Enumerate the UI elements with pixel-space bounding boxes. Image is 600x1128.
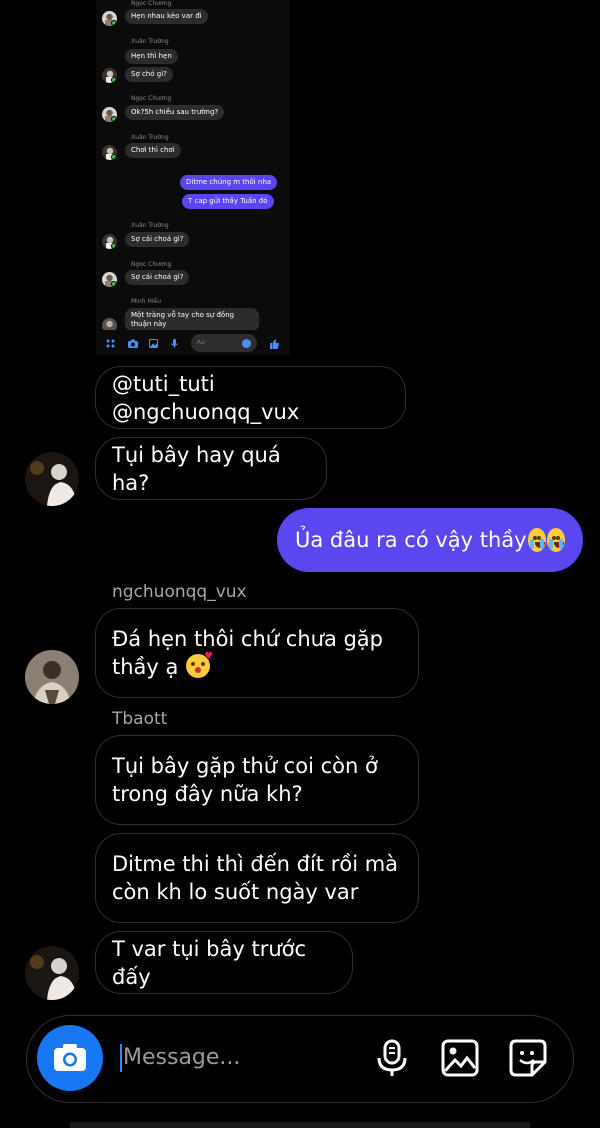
avatar [102,234,117,249]
embedded-screenshot: Ngọc Chương Hẹn nhau kèo var đi Xuân Trư… [96,0,290,355]
sticker-icon[interactable] [508,1038,548,1078]
message-bubble: Hẹn nhau kèo var đi [125,9,208,24]
gallery-icon [149,339,158,348]
message-bubble: Sợ chó gì? [125,67,173,82]
avatar [25,946,79,1000]
message-text: Tụi bây hay quá ha? [112,442,281,495]
sender-name: Minh Hiếu [131,298,162,305]
avatar [102,11,117,26]
gallery-icon[interactable] [440,1038,480,1078]
message-bubble: Sợ cái choá gì? [125,270,190,285]
avatar [25,452,79,506]
sent-message-bubble: Ditme chúng m thôi nha [180,175,278,190]
message-bubble: Tụi bây hay quá ha? [95,437,327,500]
sender-name: Ngọc Chương [131,95,172,102]
avatar [102,272,117,287]
camera-icon [54,1044,86,1071]
sender-name: Xuân Trường [131,222,169,229]
loudly-crying-face-icon [546,528,565,552]
message-text: Ditme thi thì đến đít rồi mà còn kh lo s… [112,852,399,904]
message-bubble: Chơi thì chơi [125,143,181,158]
sender-name: Ngọc Chương [131,261,172,268]
camera-button[interactable] [37,1025,103,1091]
message-bubble: Sợ cái choá gì? [125,232,190,247]
microphone-icon [170,339,179,348]
face-blowing-kiss-icon: ♥ [186,652,213,678]
message-text: Ủa đâu ra có vậy thầy [295,528,527,552]
message-text: @tuti_tuti @ngchuonqq_vux [112,371,300,424]
message-input[interactable]: Message... [123,1045,240,1070]
apps-icon [106,339,115,348]
message-bubble: Một tràng vỗ tay cho sự đồng thuận này [125,308,259,332]
avatar [102,145,117,160]
text-cursor [120,1044,122,1072]
sent-message-bubble: Ủa đâu ra có vậy thầy [277,508,583,572]
sender-name: Xuân Trường [131,134,169,141]
like-icon [269,339,279,349]
sent-message-bubble: T cap gửi thầy Tuấn đó [182,194,274,209]
message-text: Đá hẹn thôi chứ chưa gặp thầy ạ ♥ [112,627,384,679]
message-bubble: Ditme thi thì đến đít rồi mà còn kh lo s… [95,833,419,923]
message-text: T var tụi bây trước đấy [112,936,307,989]
home-indicator [70,1122,530,1128]
sender-name: Xuân Trường [131,38,169,45]
sender-name: Tbaott [112,709,168,729]
message-bubble: @tuti_tuti @ngchuonqq_vux [95,366,406,429]
sender-name: Ngọc Chương [131,0,172,7]
message-bubble: Ok?5h chiều sau trường? [125,105,225,120]
message-composer [26,1015,574,1103]
message-text: Tụi bây gặp thử coi còn ở trong đây nữa … [112,754,378,806]
emoji-icon [242,339,251,348]
loudly-crying-face-icon [527,528,546,552]
camera-icon [128,339,138,348]
sender-name: ngchuonqq_vux [112,582,247,602]
avatar [102,68,117,83]
message-bubble: Hẹn thì hẹn [125,49,178,64]
message-bubble: Tụi bây gặp thử coi còn ở trong đây nữa … [95,735,419,825]
message-bubble: T var tụi bây trước đấy [95,931,353,994]
message-bubble: Đá hẹn thôi chứ chưa gặp thầy ạ ♥ [95,608,419,698]
avatar [25,650,79,704]
avatar [102,107,117,122]
microphone-icon[interactable] [372,1038,412,1078]
